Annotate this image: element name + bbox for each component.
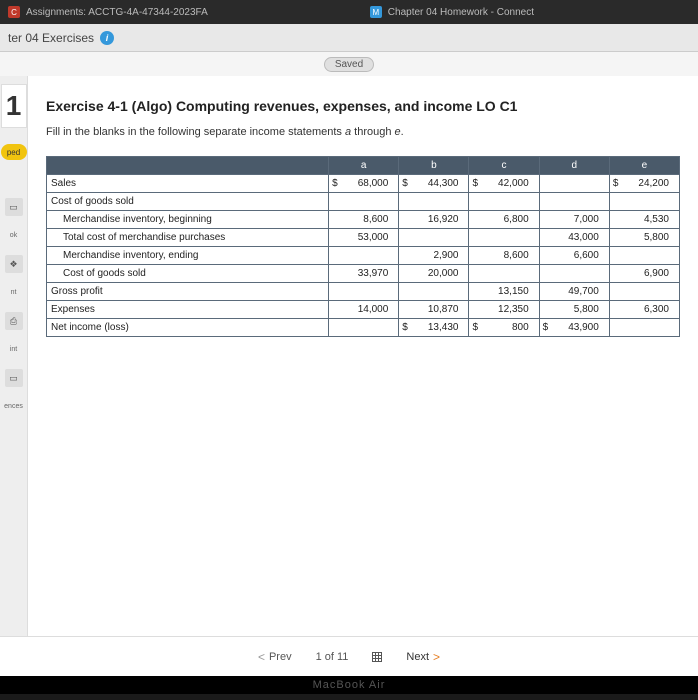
col-c: c bbox=[469, 157, 539, 175]
gp-b[interactable] bbox=[399, 283, 469, 301]
sales-a[interactable]: $68,000 bbox=[329, 175, 399, 193]
hint-icon[interactable]: ❖ bbox=[5, 255, 23, 273]
breadcrumb-title: ter 04 Exercises bbox=[8, 31, 94, 45]
mie-a[interactable] bbox=[329, 247, 399, 265]
mie-b[interactable]: 2,900 bbox=[399, 247, 469, 265]
exp-c[interactable]: 12,350 bbox=[469, 301, 539, 319]
chevron-left-icon: < bbox=[258, 650, 265, 664]
sales-b[interactable]: $44,300 bbox=[399, 175, 469, 193]
gp-c[interactable]: 13,150 bbox=[469, 283, 539, 301]
ni-a[interactable] bbox=[329, 319, 399, 337]
cogsold-c[interactable] bbox=[469, 265, 539, 283]
rail-lbl-ok: ok bbox=[10, 232, 17, 239]
exercise-title: Exercise 4-1 (Algo) Computing revenues, … bbox=[46, 98, 680, 114]
left-rail: 1 ped ▭ ok ❖ nt ⎙ int ▭ ences bbox=[0, 76, 28, 636]
content-area: Exercise 4-1 (Algo) Computing revenues, … bbox=[28, 76, 698, 636]
rail-lbl-nt: nt bbox=[11, 289, 17, 296]
rail-lbl-int: int bbox=[10, 346, 17, 353]
tcmp-e[interactable]: 5,800 bbox=[609, 229, 679, 247]
row-tcmp: Total cost of merchandise purchases 53,0… bbox=[47, 229, 680, 247]
col-a: a bbox=[329, 157, 399, 175]
grid-icon[interactable] bbox=[372, 652, 382, 662]
tab-1-title[interactable]: Assignments: ACCTG-4A-47344-2023FA bbox=[26, 7, 208, 18]
col-d: d bbox=[539, 157, 609, 175]
book-icon[interactable]: ▭ bbox=[5, 198, 23, 216]
lbl-ni: Net income (loss) bbox=[47, 319, 329, 337]
saved-badge: Saved bbox=[324, 57, 374, 72]
mie-e[interactable] bbox=[609, 247, 679, 265]
gp-e[interactable] bbox=[609, 283, 679, 301]
sales-d[interactable] bbox=[539, 175, 609, 193]
mib-e[interactable]: 4,530 bbox=[609, 211, 679, 229]
row-sales: Sales $68,000 $44,300 $42,000 $24,200 bbox=[47, 175, 680, 193]
tab-icon-1: C bbox=[8, 6, 20, 18]
cogsold-e[interactable]: 6,900 bbox=[609, 265, 679, 283]
exp-a[interactable]: 14,000 bbox=[329, 301, 399, 319]
row-cogs: Cost of goods sold bbox=[47, 193, 680, 211]
exercise-subtitle: Fill in the blanks in the following sepa… bbox=[46, 126, 680, 138]
ni-e[interactable] bbox=[609, 319, 679, 337]
exp-e[interactable]: 6,300 bbox=[609, 301, 679, 319]
tcmp-b[interactable] bbox=[399, 229, 469, 247]
lbl-cogs: Cost of goods sold bbox=[47, 193, 329, 211]
saved-row: Saved bbox=[0, 52, 698, 76]
chevron-right-icon: > bbox=[433, 650, 440, 664]
rail-pill-ped[interactable]: ped bbox=[1, 144, 27, 160]
tcmp-c[interactable] bbox=[469, 229, 539, 247]
row-ni: Net income (loss) $13,430 $800 $43,900 bbox=[47, 319, 680, 337]
cogsold-d[interactable] bbox=[539, 265, 609, 283]
lbl-gp: Gross profit bbox=[47, 283, 329, 301]
macbook-label: MacBook Air bbox=[0, 676, 698, 694]
prev-button[interactable]: <Prev bbox=[258, 650, 292, 664]
gp-a[interactable] bbox=[329, 283, 399, 301]
page-position: 1 of 11 bbox=[316, 651, 349, 663]
ni-d[interactable]: $43,900 bbox=[539, 319, 609, 337]
row-gp: Gross profit 13,150 49,700 bbox=[47, 283, 680, 301]
cogsold-b[interactable]: 20,000 bbox=[399, 265, 469, 283]
browser-tabs: C Assignments: ACCTG-4A-47344-2023FA M C… bbox=[0, 0, 698, 24]
ni-c[interactable]: $800 bbox=[469, 319, 539, 337]
footer-nav: <Prev 1 of 11 Next> bbox=[0, 636, 698, 676]
question-number[interactable]: 1 bbox=[1, 84, 27, 128]
lbl-exp: Expenses bbox=[47, 301, 329, 319]
exp-d[interactable]: 5,800 bbox=[539, 301, 609, 319]
exp-b[interactable]: 10,870 bbox=[399, 301, 469, 319]
lbl-mib: Merchandise inventory, beginning bbox=[47, 211, 329, 229]
ref-icon[interactable]: ▭ bbox=[5, 369, 23, 387]
lbl-tcmp: Total cost of merchandise purchases bbox=[47, 229, 329, 247]
info-icon[interactable]: i bbox=[100, 31, 114, 45]
tcmp-a[interactable]: 53,000 bbox=[329, 229, 399, 247]
lbl-cogsold: Cost of goods sold bbox=[47, 265, 329, 283]
tcmp-d[interactable]: 43,000 bbox=[539, 229, 609, 247]
row-cogsold: Cost of goods sold 33,970 20,000 6,900 bbox=[47, 265, 680, 283]
rail-lbl-ences: ences bbox=[4, 403, 23, 410]
row-mie: Merchandise inventory, ending 2,900 8,60… bbox=[47, 247, 680, 265]
sales-e[interactable]: $24,200 bbox=[609, 175, 679, 193]
mib-c[interactable]: 6,800 bbox=[469, 211, 539, 229]
row-mib: Merchandise inventory, beginning 8,600 1… bbox=[47, 211, 680, 229]
breadcrumb-bar: ter 04 Exercises i bbox=[0, 24, 698, 52]
mib-b[interactable]: 16,920 bbox=[399, 211, 469, 229]
lbl-sales: Sales bbox=[47, 175, 329, 193]
gp-d[interactable]: 49,700 bbox=[539, 283, 609, 301]
print-icon[interactable]: ⎙ bbox=[5, 312, 23, 330]
next-button[interactable]: Next> bbox=[406, 650, 440, 664]
mib-a[interactable]: 8,600 bbox=[329, 211, 399, 229]
mie-d[interactable]: 6,600 bbox=[539, 247, 609, 265]
col-blank bbox=[47, 157, 329, 175]
ni-b[interactable]: $13,430 bbox=[399, 319, 469, 337]
col-b: b bbox=[399, 157, 469, 175]
col-e: e bbox=[609, 157, 679, 175]
tab-2-title[interactable]: Chapter 04 Homework - Connect bbox=[388, 7, 534, 18]
cogsold-a[interactable]: 33,970 bbox=[329, 265, 399, 283]
income-statement-table: a b c d e Sales $68,000 $44,300 $42,000 … bbox=[46, 156, 680, 337]
lbl-mie: Merchandise inventory, ending bbox=[47, 247, 329, 265]
mib-d[interactable]: 7,000 bbox=[539, 211, 609, 229]
sales-c[interactable]: $42,000 bbox=[469, 175, 539, 193]
tab-icon-2: M bbox=[370, 6, 382, 18]
mie-c[interactable]: 8,600 bbox=[469, 247, 539, 265]
row-exp: Expenses 14,000 10,870 12,350 5,800 6,30… bbox=[47, 301, 680, 319]
